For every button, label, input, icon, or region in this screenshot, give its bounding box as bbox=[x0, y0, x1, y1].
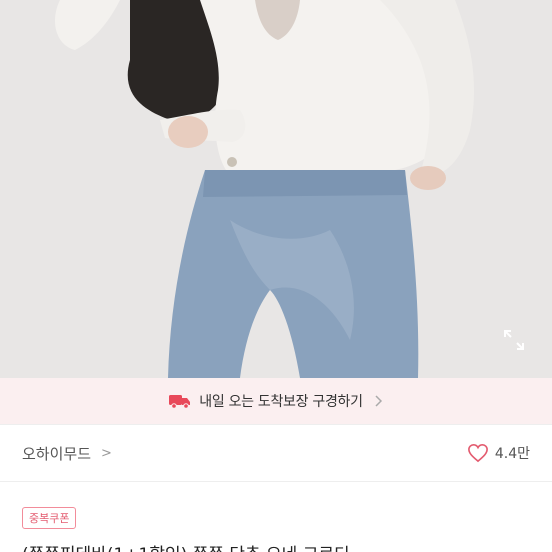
coupon-badge: 중복쿠폰 bbox=[22, 507, 77, 529]
divider bbox=[0, 481, 552, 482]
expand-image-button[interactable] bbox=[502, 328, 526, 352]
shop-name: 오하이무드 bbox=[22, 444, 92, 463]
chevron-right-icon bbox=[375, 395, 382, 407]
shop-row: 오하이무드 > 4.4만 bbox=[0, 425, 552, 481]
product-photo[interactable] bbox=[0, 0, 552, 378]
product-title: (쭈쭈피데바(1+1할인) 쭈쭈 단추 오네 고르디 bbox=[22, 540, 542, 552]
expand-icon bbox=[504, 330, 524, 350]
truck-icon bbox=[169, 395, 191, 409]
shop-link[interactable]: 오하이무드 > bbox=[22, 443, 112, 464]
like-button[interactable]: 4.4만 bbox=[467, 443, 530, 463]
delivery-guarantee-banner[interactable]: 내일 오는 도착보장 구경하기 bbox=[0, 378, 552, 424]
coupon-badge-label: 중복쿠폰 bbox=[29, 512, 70, 525]
delivery-guarantee-link[interactable]: 내일 오는 도착보장 구경하기 bbox=[169, 391, 382, 411]
banner-text: 내일 오는 도착보장 구경하기 bbox=[199, 394, 363, 410]
product-photo-illustration bbox=[0, 0, 552, 378]
shop-chevron-icon: > bbox=[101, 445, 112, 461]
like-count: 4.4만 bbox=[494, 446, 530, 462]
heart-outline-icon bbox=[467, 443, 488, 463]
